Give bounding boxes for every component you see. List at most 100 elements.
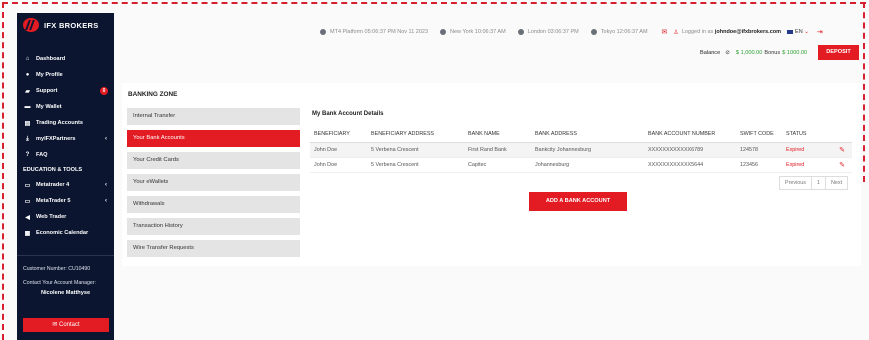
sidebar-item-dashboard[interactable]: ⌂ Dashboard	[17, 51, 114, 67]
pagination-page[interactable]: 1	[810, 176, 826, 190]
dashed-border-left	[2, 2, 4, 340]
sidebar-item-trading-accounts[interactable]: ▤ Trading Accounts	[17, 115, 114, 131]
chevron-down-icon: ⌄	[804, 29, 809, 35]
user-email: johndoe@ifxbrokers.com	[714, 29, 782, 35]
logo[interactable]: IFX BROKERS	[17, 13, 114, 37]
panel-title: My Bank Account Details	[312, 111, 384, 117]
eye-slash-icon[interactable]: ⊘	[725, 50, 730, 56]
clock-text: Tokyo 12:06:37 AM	[600, 29, 648, 35]
logged-in-text: Logged in as johndoe@ifxbrokers.com	[682, 29, 781, 35]
top-bar: MT4 Platform 05:06:37 PM Nov 11 2023 New…	[320, 26, 823, 38]
sidebar-item-label: FAQ	[36, 152, 48, 158]
column-header[interactable]: STATUS	[782, 131, 830, 137]
balance-value: $ 1,000.00	[735, 50, 763, 56]
wallet-icon: ▬	[24, 104, 31, 110]
pagination-previous[interactable]: Previous	[779, 176, 812, 190]
tab-internal-transfer[interactable]: Internal Transfer	[127, 108, 300, 125]
table-cell: 123456	[740, 162, 758, 168]
account-manager-label: Contact Your Account Manager:	[23, 280, 96, 286]
clock-tokyo: Tokyo 12:06:37 AM	[590, 29, 648, 35]
section-title-education: EDUCATION & TOOLS	[23, 167, 83, 173]
home-icon: ⌂	[25, 56, 30, 62]
table-cell: John Doe	[314, 147, 338, 153]
table-header-row: BENEFICIARY BENEFICIARY ADDRESS BANK NAM…	[310, 125, 852, 143]
tab-your-ewallets[interactable]: Your eWallets	[127, 174, 300, 191]
deposit-button[interactable]: DEPOSIT	[818, 45, 859, 60]
edit-pencil-icon[interactable]: ✎	[830, 161, 850, 169]
bonus-value: $ 1000.00	[782, 50, 808, 56]
status-badge: Expired	[786, 162, 805, 168]
table-row: John Doe 5 Verbena Crescent Capitec Joha…	[310, 158, 852, 173]
table-cell: First Rand Bank	[468, 147, 507, 153]
chat-icon: ▰	[25, 88, 30, 95]
download-icon: ⤓	[26, 135, 29, 142]
megaphone-icon: ◀	[25, 214, 30, 221]
language-label: EN	[795, 29, 803, 35]
sidebar-item-metatrader-4[interactable]: ▭ Metatrader 4 ‹	[17, 177, 114, 193]
contact-button[interactable]: ✉ Contact	[23, 318, 109, 332]
column-header[interactable]: BANK ACCOUNT NUMBER	[644, 131, 736, 137]
sidebar-item-economic-calendar[interactable]: ▦ Economic Calendar	[17, 225, 114, 241]
table-cell: XXXXXXXXXXXX6789	[648, 147, 704, 153]
tab-your-credit-cards[interactable]: Your Credit Cards	[127, 152, 300, 169]
sidebar-item-label: Support	[36, 88, 58, 94]
banking-tabs: Internal Transfer Your Bank Accounts You…	[127, 108, 300, 262]
sidebar-footer: Customer Number: CU10490 Contact Your Ac…	[17, 255, 114, 332]
logout-icon[interactable]: ⇥	[817, 28, 823, 36]
table-cell: Capitec	[468, 162, 487, 168]
sidebar-item-label: Web Trader	[36, 214, 67, 220]
sidebar-item-my-profile[interactable]: ● My Profile	[17, 67, 114, 83]
logged-in-prefix: Logged in as	[681, 29, 715, 35]
table-cell: John Doe	[314, 162, 338, 168]
clock-text: MT4 Platform 05:06:37 PM Nov 11 2023	[330, 29, 429, 35]
sidebar-item-label: Metatrader 4	[36, 182, 70, 188]
table-cell: Bankcity Johannesburg	[535, 147, 592, 153]
balance-label: Balance	[700, 50, 721, 56]
mail-icon[interactable]: ✉	[662, 28, 668, 36]
table-cell: 124578	[740, 147, 758, 153]
add-bank-account-button[interactable]: ADD A BANK ACCOUNT	[529, 192, 627, 211]
tab-withdrawals[interactable]: Withdrawals	[127, 196, 300, 213]
clock-icon	[320, 29, 326, 35]
column-header[interactable]: BANK ADDRESS	[531, 131, 644, 137]
sidebar-item-faq[interactable]: ? FAQ	[17, 147, 114, 163]
banking-zone-card: BANKING ZONE Internal Transfer Your Bank…	[122, 83, 861, 266]
status-badge: Expired	[786, 147, 805, 153]
balance-bar: Balance ⊘ $ 1,000.00 Bonus $ 1000.00	[700, 46, 807, 60]
support-badge: 0	[100, 87, 108, 95]
logo-text: IFX BROKERS	[44, 20, 99, 30]
table-cell: XXXXXXXXXXXX5644	[648, 162, 704, 168]
user-icon: ●	[25, 72, 30, 78]
tab-transaction-history[interactable]: Transaction History	[127, 218, 300, 235]
sidebar-item-myifxpartners[interactable]: ⤓ myIFXPartners ‹	[17, 131, 114, 147]
column-header[interactable]: BENEFICIARY ADDRESS	[367, 131, 464, 137]
sidebar-item-metatrader-5[interactable]: ▭ MetaTrader 5 ‹	[17, 193, 114, 209]
clock-mt4: MT4 Platform 05:06:37 PM Nov 11 2023	[320, 29, 428, 35]
sidebar-item-label: myIFXPartners	[36, 136, 76, 142]
sidebar-item-label: My Wallet	[36, 104, 62, 110]
dashed-border-top	[2, 2, 866, 4]
question-icon: ?	[25, 152, 30, 158]
laptop-icon: ▭	[24, 182, 31, 189]
edit-pencil-icon[interactable]: ✎	[830, 146, 850, 154]
language-selector[interactable]: EN ⌄	[787, 29, 809, 35]
tab-wire-transfer-requests[interactable]: Wire Transfer Requests	[127, 240, 300, 257]
clock-icon	[590, 29, 597, 35]
account-manager-name: Nicolene Matthyse	[40, 290, 91, 296]
table-cell: 5 Verbena Crescent	[371, 147, 419, 153]
column-header[interactable]: BENEFICIARY	[310, 131, 367, 137]
logo-mark-icon	[23, 18, 39, 32]
clock-text: New York 10:06:37 AM	[450, 29, 506, 35]
sidebar-item-my-wallet[interactable]: ▬ My Wallet	[17, 99, 114, 115]
table-row: John Doe 5 Verbena Crescent First Rand B…	[310, 143, 852, 158]
sidebar-item-label: MetaTrader 5	[36, 198, 71, 204]
bonus-label: Bonus	[764, 50, 781, 56]
tab-your-bank-accounts[interactable]: Your Bank Accounts	[127, 130, 300, 147]
sidebar: IFX BROKERS ⌂ Dashboard ● My Profile ▰ Supp…	[17, 13, 114, 340]
sidebar-item-support[interactable]: ▰ Support 0	[17, 83, 114, 99]
column-header[interactable]: SWIFT CODE	[736, 131, 782, 137]
pagination-next[interactable]: Next	[824, 176, 849, 190]
sidebar-item-label: Trading Accounts	[36, 120, 84, 126]
column-header[interactable]: BANK NAME	[464, 131, 531, 137]
sidebar-item-web-trader[interactable]: ◀ Web Trader	[17, 209, 114, 225]
